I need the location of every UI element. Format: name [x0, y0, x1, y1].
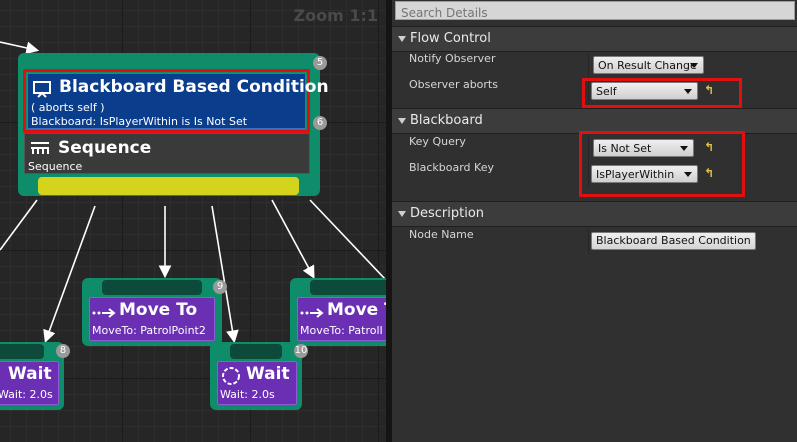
sequence-body[interactable]: Sequence Sequence — [24, 133, 310, 174]
decorator-icon — [33, 81, 51, 98]
search-details-input[interactable] — [396, 4, 794, 22]
wait-subtitle: Wait: 2.0s — [220, 388, 275, 401]
details-panel: Flow Control Notify Observer On Result C… — [392, 0, 797, 442]
decorator-index-badge: 6 — [313, 116, 327, 130]
wait-input-pin[interactable] — [230, 344, 282, 359]
wait-title: Wait — [246, 364, 290, 384]
node-name-field[interactable]: Blackboard Based Condition — [591, 232, 756, 250]
category-description-label: Description — [410, 206, 485, 221]
move-to-right-icon — [300, 308, 324, 318]
move-to-node[interactable]: 9 Move To MoveTo: PatrolPoint2 — [82, 278, 227, 346]
observer-aborts-label: Observer aborts — [409, 78, 498, 91]
highlight-observer-aborts — [582, 78, 742, 108]
wait-index-badge: 10 — [294, 344, 308, 358]
wait-left-index-badge: 8 — [56, 344, 70, 358]
highlight-blackboard-keys — [579, 131, 745, 197]
wire-offscreen-left — [0, 199, 38, 251]
column-separator[interactable] — [588, 52, 589, 78]
blackboard-key-label: Blackboard Key — [409, 161, 494, 174]
wait-task[interactable]: Wait Wait: 2.0s — [217, 361, 297, 405]
notify-observer-combo[interactable]: On Result Change — [593, 56, 704, 74]
dropdown-arrow-icon — [690, 63, 698, 68]
decorator-aborts: ( aborts self ) — [31, 101, 105, 114]
wait-clock-icon — [222, 367, 240, 385]
wire-to-move-to-right — [271, 199, 315, 279]
wait-node-left[interactable]: 8 Wait Wait: 2.0s — [0, 342, 70, 410]
category-blackboard-label: Blackboard — [410, 113, 483, 128]
key-query-label: Key Query — [409, 135, 466, 148]
expand-arrow-icon — [398, 117, 406, 124]
category-flow-control[interactable]: Flow Control — [392, 26, 797, 52]
behavior-tree-graph[interactable]: Zoom 1:1 5 Blackboard Based Condition (… — [0, 0, 386, 442]
notify-observer-label: Notify Observer — [409, 52, 496, 65]
move-to-right-task[interactable]: Move T MoveTo: PatrolI — [297, 297, 386, 341]
wait-left-title: Wait — [8, 364, 52, 384]
move-to-index-badge: 9 — [213, 280, 227, 294]
move-to-title: Move To — [119, 300, 198, 320]
expand-arrow-icon — [398, 35, 406, 42]
sequence-icon — [31, 142, 49, 154]
expand-arrow-icon — [398, 210, 406, 217]
blackboard-decorator[interactable]: Blackboard Based Condition ( aborts self… — [27, 73, 329, 129]
move-to-right-subtitle: MoveTo: PatrolI — [300, 324, 383, 337]
decorator-title: Blackboard Based Condition — [59, 77, 329, 97]
sequence-subtitle: Sequence — [28, 160, 83, 173]
sequence-title: Sequence — [58, 138, 152, 158]
wait-left-clock-icon — [0, 366, 1, 386]
row-notify-observer: Notify Observer On Result Change — [392, 52, 797, 78]
category-description[interactable]: Description — [392, 201, 797, 227]
wait-node[interactable]: 10 Wait Wait: 2.0s — [210, 342, 308, 410]
move-to-input-pin[interactable] — [102, 280, 202, 295]
wire-offscreen-right — [309, 199, 386, 281]
sequence-output-pin[interactable] — [38, 177, 299, 195]
move-to-right-input-pin[interactable] — [310, 280, 386, 295]
wait-left-subtitle: Wait: 2.0s — [0, 388, 53, 401]
move-to-right-title: Move T — [327, 300, 386, 320]
wire-incoming — [0, 41, 40, 55]
notify-observer-value: On Result Change — [598, 59, 697, 72]
search-details-box[interactable] — [395, 1, 795, 22]
sequence-index-badge: 5 — [313, 56, 327, 70]
decorator-description: Blackboard: IsPlayerWithin is Is Not Set — [31, 115, 248, 128]
wait-left-input-pin[interactable] — [0, 344, 44, 359]
move-to-subtitle: MoveTo: PatrolPoint2 — [92, 324, 206, 337]
move-to-icon — [92, 308, 116, 318]
move-to-node-right[interactable]: Move T MoveTo: PatrolI — [290, 278, 386, 346]
column-separator[interactable] — [588, 228, 589, 254]
wait-left-task[interactable]: Wait Wait: 2.0s — [0, 361, 59, 405]
category-flow-control-label: Flow Control — [410, 31, 491, 46]
sequence-node[interactable]: 5 Blackboard Based Condition ( aborts se… — [18, 53, 329, 196]
move-to-task[interactable]: Move To MoveTo: PatrolPoint2 — [89, 297, 215, 341]
node-name-label: Node Name — [409, 228, 474, 241]
row-node-name: Node Name Blackboard Based Condition — [392, 228, 797, 254]
